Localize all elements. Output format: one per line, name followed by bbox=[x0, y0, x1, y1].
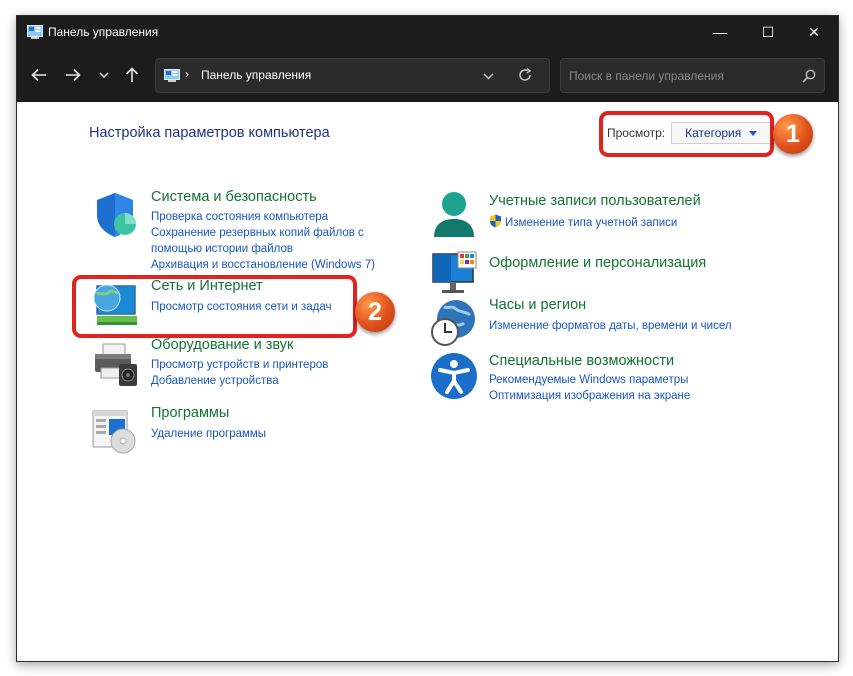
minimize-button[interactable]: — bbox=[697, 16, 743, 48]
back-button[interactable] bbox=[26, 62, 52, 88]
category-title-users[interactable]: Учетные записи пользователей bbox=[489, 193, 701, 209]
window-title: Панель управления bbox=[48, 25, 159, 39]
link-devices-printers[interactable]: Просмотр устройств и принтеров bbox=[151, 357, 328, 373]
search-input[interactable] bbox=[567, 65, 791, 87]
personalization-icon bbox=[432, 251, 477, 293]
up-arrow-icon bbox=[125, 67, 139, 82]
category-system-security: Система и безопасность Проверка состояни… bbox=[91, 189, 391, 281]
category-appearance: Оформление и персонализация bbox=[430, 250, 750, 300]
title-bar: Панель управления — ☐ ✕ bbox=[17, 16, 838, 48]
chevron-down-icon bbox=[99, 71, 109, 78]
search-icon bbox=[802, 69, 816, 83]
forward-arrow-icon bbox=[66, 68, 81, 82]
link-uninstall-program[interactable]: Удаление программы bbox=[151, 426, 266, 442]
page-title: Настройка параметров компьютера bbox=[89, 125, 330, 141]
breadcrumb-separator[interactable]: › bbox=[185, 67, 189, 81]
link-file-history[interactable]: Сохранение резервных копий файлов с bbox=[151, 225, 364, 241]
refresh-button[interactable] bbox=[518, 64, 532, 86]
category-title-hardware[interactable]: Оборудование и звук bbox=[151, 337, 293, 353]
breadcrumb[interactable]: Панель управления bbox=[201, 68, 311, 82]
callout-badge-1: 1 bbox=[773, 114, 813, 154]
callout-box-1 bbox=[599, 111, 774, 157]
shield-icon bbox=[97, 193, 136, 237]
category-clock-region: Часы и регион Изменение форматов даты, в… bbox=[430, 297, 750, 349]
programs-icon bbox=[92, 410, 136, 454]
maximize-button[interactable]: ☐ bbox=[745, 16, 791, 48]
user-icon bbox=[434, 192, 474, 237]
search-box bbox=[560, 58, 825, 93]
back-arrow-icon bbox=[31, 68, 46, 82]
link-optimize-display[interactable]: Оптимизация изображения на экране bbox=[489, 388, 690, 404]
link-check-status[interactable]: Проверка состояния компьютера bbox=[151, 209, 328, 225]
chevron-down-icon bbox=[483, 73, 494, 80]
clock-globe-icon bbox=[431, 300, 475, 346]
close-button[interactable]: ✕ bbox=[791, 16, 837, 48]
uac-shield-icon bbox=[490, 214, 501, 228]
control-panel-icon bbox=[27, 25, 43, 39]
category-title-system[interactable]: Система и безопасность bbox=[151, 189, 317, 205]
category-programs: Программы Удаление программы bbox=[91, 405, 391, 457]
category-title-appearance[interactable]: Оформление и персонализация bbox=[489, 255, 706, 271]
category-title-programs[interactable]: Программы bbox=[151, 405, 229, 421]
link-backup-restore[interactable]: Архивация и восстановление (Windows 7) bbox=[151, 257, 375, 273]
callout-badge-2: 2 bbox=[355, 292, 395, 332]
address-dropdown-button[interactable] bbox=[483, 65, 494, 83]
recent-locations-button[interactable] bbox=[91, 62, 117, 88]
link-change-account-type-label: Изменение типа учетной записи bbox=[505, 217, 678, 229]
search-button[interactable] bbox=[802, 66, 816, 86]
control-panel-window: Панель управления — ☐ ✕ › Панель управле… bbox=[16, 15, 839, 662]
accessibility-icon bbox=[431, 353, 477, 399]
forward-button[interactable] bbox=[60, 62, 86, 88]
category-accessibility: Специальные возможности Рекомендуемые Wi… bbox=[430, 352, 750, 402]
content-area: Настройка параметров компьютера Просмотр… bbox=[17, 102, 838, 661]
category-title-access[interactable]: Специальные возможности bbox=[489, 353, 674, 369]
category-user-accounts: Учетные записи пользователей Изменение т… bbox=[430, 191, 750, 241]
address-field[interactable]: › Панель управления bbox=[155, 58, 550, 93]
printer-icon bbox=[95, 343, 137, 386]
link-change-account-type[interactable]: Изменение типа учетной записи bbox=[489, 214, 677, 231]
link-date-time-formats[interactable]: Изменение форматов даты, времени и чисел bbox=[489, 318, 732, 334]
category-title-clock[interactable]: Часы и регион bbox=[489, 297, 586, 313]
category-hardware-sound: Оборудование и звук Просмотр устройств и… bbox=[91, 337, 391, 390]
navigation-bar: › Панель управления bbox=[17, 48, 838, 102]
control-panel-icon bbox=[164, 69, 180, 82]
link-recommended-settings[interactable]: Рекомендуемые Windows параметры bbox=[489, 372, 688, 388]
link-add-device[interactable]: Добавление устройства bbox=[151, 373, 279, 389]
link-file-history-cont[interactable]: помощью истории файлов bbox=[151, 241, 293, 257]
refresh-icon bbox=[519, 67, 532, 81]
callout-box-2 bbox=[72, 275, 357, 338]
up-button[interactable] bbox=[119, 62, 145, 88]
